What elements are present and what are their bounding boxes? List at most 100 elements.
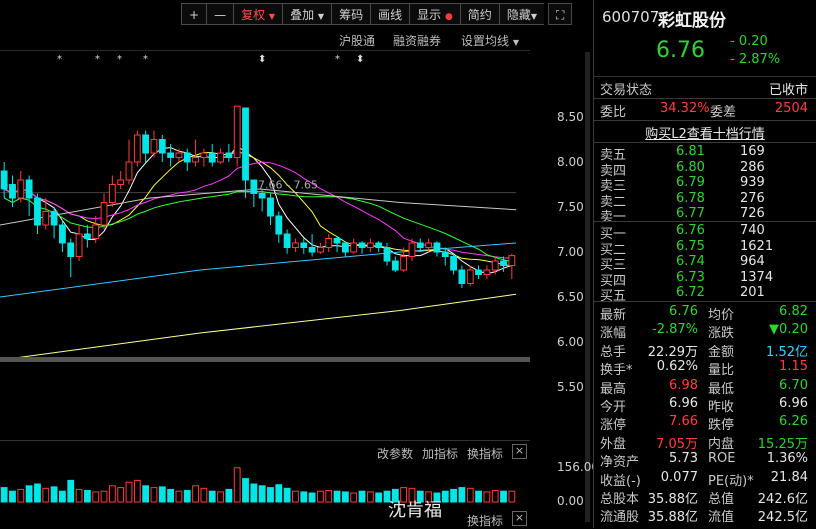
candle-body [433, 242, 441, 253]
hgt-link[interactable]: 沪股通 [339, 32, 375, 49]
stat-label: 量比 [708, 363, 735, 379]
zoom-out-button[interactable]: — [206, 3, 234, 25]
candle-body [308, 247, 316, 253]
stat-label: 最新 [600, 308, 627, 323]
weibi-value: 34.32% [660, 101, 710, 116]
l2-upgrade-link[interactable]: 购买L2查看十档行情 [594, 123, 816, 142]
volume-bar [275, 484, 283, 503]
overlay-dropdown[interactable]: 叠加 ▼ [282, 3, 332, 25]
stat-value: 7.66 [669, 414, 698, 430]
stat-value: -2.87% [652, 322, 698, 338]
switch-indicator-button[interactable]: 换指标 [467, 512, 503, 529]
stat-value: 15.25万 [757, 436, 808, 452]
candle-body [300, 242, 308, 248]
ma250-line [0, 293, 517, 361]
volume-bar [267, 487, 274, 503]
event-marker-icon: ⬍ [356, 54, 364, 65]
ask-volume: 726 [740, 206, 765, 221]
change-param-button[interactable]: 改参数 [377, 445, 413, 462]
volume-bar [375, 492, 383, 503]
stat-row: 换手* 0.62% 量比 1.15 [600, 359, 808, 379]
stat-label: 总值 [708, 492, 735, 507]
volume-bar [217, 491, 224, 503]
bid-volume: 201 [740, 285, 765, 300]
divider [594, 221, 816, 222]
overlay-label: 叠加 [290, 8, 315, 22]
divider [594, 98, 816, 99]
volume-bar [42, 487, 50, 503]
bid-volume: 1374 [740, 269, 774, 285]
volume-bar [283, 487, 291, 503]
bid-price: 6.74 [676, 254, 705, 269]
bid-price: 6.75 [676, 238, 705, 254]
candle-body [483, 269, 491, 275]
fuquan-label: 复权 [241, 8, 266, 22]
candle-body [466, 269, 474, 284]
event-marker-icon: * [117, 54, 122, 65]
fullscreen-icon: ⛶ [555, 8, 565, 22]
candle-body [42, 211, 50, 226]
candle-body [366, 242, 374, 248]
price-label: 6.50 [557, 290, 584, 304]
close-icon[interactable]: × [512, 444, 527, 459]
stat-label: 最低 [708, 381, 735, 397]
event-marker-icon: * [143, 54, 148, 65]
candle-body [475, 269, 482, 275]
price-change: - 0.20 [730, 34, 768, 49]
volume-bar [300, 491, 308, 503]
volume-bar [450, 488, 457, 503]
stat-label: 涨停 [600, 418, 627, 434]
candle-body [250, 179, 258, 194]
stat-row: 总手 22.29万 金额 1.52亿 [600, 341, 808, 361]
volume-bar [317, 490, 324, 503]
ma-settings-dropdown[interactable]: 设置均线 ▼ [461, 32, 519, 49]
candle-body [292, 242, 299, 248]
scrollbar[interactable] [585, 52, 590, 522]
candle-body [67, 242, 75, 257]
draw-line-button[interactable]: 画线 [370, 3, 410, 25]
volume-svg [0, 467, 516, 503]
pane-splitter[interactable] [0, 357, 530, 362]
simple-mode-button[interactable]: 简约 [459, 3, 499, 25]
divider [594, 301, 816, 302]
display-dropdown[interactable]: 显示 ● [409, 3, 460, 25]
close-icon[interactable]: × [512, 511, 527, 526]
volume-bar [475, 490, 482, 503]
candle-body [92, 224, 100, 239]
stat-label: 流值 [708, 510, 735, 526]
rzrq-link[interactable]: 融资融券 [393, 32, 441, 49]
volume-bar [491, 489, 499, 503]
candle-body [458, 269, 466, 284]
chevron-down-icon: ▼ [530, 12, 537, 21]
candle-body [9, 184, 16, 199]
candle-body [150, 139, 158, 154]
stat-label: 流通股 [600, 510, 640, 526]
volume-bar [9, 490, 16, 503]
fullscreen-button[interactable]: ⛶ [547, 3, 573, 25]
kline-chart-area[interactable]: + — 复权 ▼ 叠加 ▼ 筹码 画线 显示 ● 简约 隐藏▼ ⛶ 沪股通 融资… [0, 0, 599, 529]
price-label: 7.00 [557, 245, 584, 259]
stat-label: 外盘 [600, 436, 627, 452]
candle-body [242, 107, 249, 181]
stat-label: 今开 [600, 400, 627, 415]
fuquan-dropdown[interactable]: 复权 ▼ [233, 3, 283, 25]
candle-body [175, 152, 183, 158]
zoom-in-button[interactable]: + [181, 3, 207, 25]
stat-value: 6.70 [779, 377, 808, 393]
candle-body [200, 152, 208, 158]
hide-button[interactable]: 隐藏▼ [498, 3, 544, 25]
candle-body [408, 242, 416, 257]
quote-panel: 600707 彩虹股份 6.76 - 0.20 - 2.87% 交易状态 已收市… [593, 0, 816, 528]
add-indicator-button[interactable]: 加指标 [422, 445, 458, 462]
candle-body [233, 105, 241, 158]
volume-bar [67, 479, 75, 503]
candle-body [158, 139, 166, 154]
volume-bar [150, 487, 158, 503]
kline-svg[interactable]: 7.66 - 7.65 * * * * ⬍ * ⬍ [0, 52, 530, 362]
stat-row: 涨幅 -2.87% 涨跌 ▼0.20 [600, 322, 808, 342]
red-dot-icon: ● [444, 12, 453, 22]
volume-bar [83, 489, 91, 503]
chip-button[interactable]: 筹码 [331, 3, 371, 25]
switch-indicator-button[interactable]: 换指标 [467, 445, 503, 462]
candle-body [25, 179, 33, 199]
